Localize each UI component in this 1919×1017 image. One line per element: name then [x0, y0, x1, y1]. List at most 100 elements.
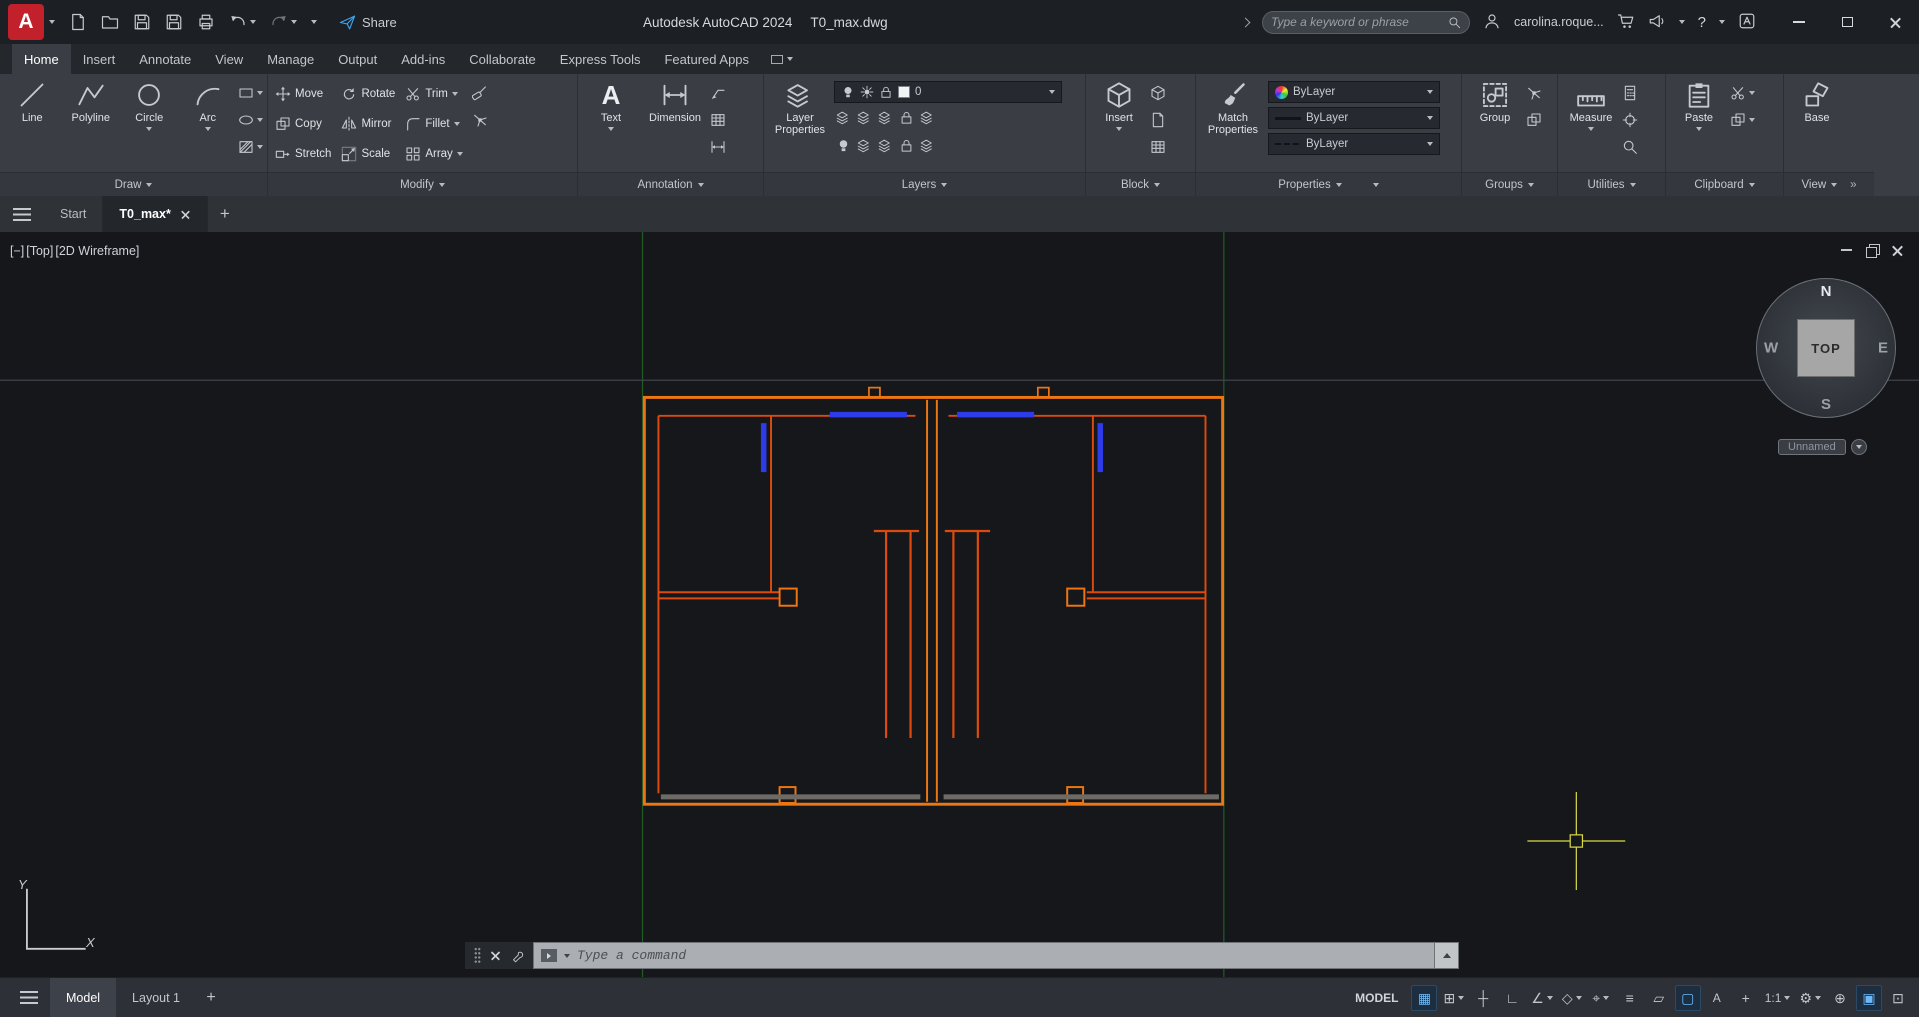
tab-home[interactable]: Home [12, 44, 71, 74]
layer-freeze-button[interactable] [878, 110, 893, 128]
lineweight-combo[interactable]: ByLayer [1268, 107, 1440, 129]
hardware-acceleration-toggle[interactable]: ▣ [1856, 985, 1882, 1011]
fillet-button[interactable]: Fillet [402, 116, 465, 132]
redo-caret-icon[interactable] [291, 20, 297, 24]
annotation-panel-label[interactable]: Annotation [578, 172, 763, 196]
group-edit-button[interactable] [1526, 108, 1542, 132]
circle-button[interactable]: Circle [121, 77, 178, 172]
copy-clip-button[interactable] [1730, 108, 1755, 132]
groups-panel-label[interactable]: Groups [1462, 172, 1557, 196]
clipboard-panel-label[interactable]: Clipboard [1666, 172, 1783, 196]
file-tab-document[interactable]: T0_max* [103, 196, 207, 232]
array-button[interactable]: Array [402, 146, 465, 162]
viewport-restore-icon[interactable] [1866, 244, 1878, 256]
polyline-button[interactable]: Polyline [63, 77, 120, 172]
cut-button[interactable] [1730, 81, 1755, 105]
polar-tracking-toggle[interactable]: ∠ [1528, 985, 1556, 1011]
tab-featured-apps[interactable]: Featured Apps [652, 44, 761, 74]
viewport-minimize-icon[interactable] [1841, 249, 1852, 251]
recent-commands-icon[interactable] [541, 949, 557, 962]
model-tab[interactable]: Model [50, 978, 116, 1017]
explode-button[interactable] [472, 108, 488, 132]
notifications-icon[interactable] [1648, 12, 1666, 33]
selection-cycling-toggle[interactable]: ▢ [1675, 985, 1701, 1011]
linetype-combo[interactable]: ByLayer [1268, 133, 1440, 155]
view-panel-label[interactable]: View» [1784, 172, 1874, 196]
make-current-button[interactable] [920, 110, 935, 128]
leader-button[interactable] [710, 81, 726, 105]
redo-button[interactable] [270, 13, 297, 31]
layers-panel-label[interactable]: Layers [764, 172, 1085, 196]
trim-button[interactable]: Trim [402, 86, 465, 102]
viewcube-east[interactable]: E [1878, 340, 1888, 357]
command-line-grip[interactable] [474, 947, 481, 964]
viewcube[interactable]: N S W E TOP [1756, 278, 1896, 418]
command-history-button[interactable] [1435, 942, 1459, 969]
layer-lock-button[interactable] [899, 110, 914, 128]
layer-properties-button[interactable]: Layer Properties [768, 77, 832, 172]
tab-addins[interactable]: Add-ins [389, 44, 457, 74]
file-tab-start[interactable]: Start [44, 196, 103, 232]
user-avatar-icon[interactable] [1483, 12, 1501, 33]
draw-panel-label[interactable]: Draw [0, 172, 267, 196]
measure-button[interactable]: Measure [1562, 77, 1620, 172]
plot-button[interactable] [197, 13, 215, 31]
layout1-tab[interactable]: Layout 1 [116, 978, 196, 1017]
infer-constraints-toggle[interactable]: ┼ [1470, 985, 1496, 1011]
isolate-objects-button[interactable]: ⊕ [1827, 985, 1853, 1011]
insert-button[interactable]: Insert [1090, 77, 1148, 172]
app-menu-caret-icon[interactable] [49, 20, 55, 24]
move-button[interactable]: Move [272, 86, 334, 102]
recent-commands-caret-icon[interactable] [564, 954, 570, 958]
tab-insert[interactable]: Insert [71, 44, 128, 74]
model-space-canvas[interactable]: [−] [Top] [2D Wireframe] N S W E TOP Unn… [0, 232, 1919, 977]
customize-qat-caret-icon[interactable] [311, 20, 317, 24]
command-close-icon[interactable] [491, 951, 500, 960]
annotation-autoscale-toggle[interactable]: + [1733, 985, 1759, 1011]
viewcube-west[interactable]: W [1764, 340, 1778, 357]
lineweight-display-toggle[interactable]: ≡ [1617, 985, 1643, 1011]
line-button[interactable]: Line [4, 77, 61, 172]
viewport-close-icon[interactable] [1892, 245, 1903, 256]
save-button[interactable] [133, 13, 151, 31]
command-customize-wrench-icon[interactable] [510, 949, 524, 963]
modify-panel-label[interactable]: Modify [268, 172, 577, 196]
viewport-view-control[interactable]: [Top] [26, 244, 53, 258]
model-space-badge[interactable]: MODEL [1345, 991, 1408, 1005]
rotate-button[interactable]: Rotate [338, 86, 398, 102]
stretch-button[interactable]: Stretch [272, 146, 334, 162]
layer-on-button[interactable] [836, 138, 851, 156]
annotation-visibility-toggle[interactable]: A [1704, 985, 1730, 1011]
new-drawing-tab-button[interactable]: + [208, 196, 242, 232]
layer-unlock-button[interactable] [899, 138, 914, 156]
properties-dialog-launcher-icon[interactable] [1373, 183, 1379, 187]
viewcube-north[interactable]: N [1821, 283, 1832, 300]
new-file-button[interactable] [69, 13, 87, 31]
layer-off-button[interactable] [836, 110, 851, 128]
layout-menu-button[interactable] [8, 978, 50, 1017]
quick-select-button[interactable] [1622, 135, 1638, 159]
search-input[interactable] [1271, 15, 1448, 29]
dimension-button[interactable]: Dimension [642, 77, 708, 172]
table-button[interactable] [710, 108, 726, 132]
username[interactable]: carolina.roque... [1514, 15, 1604, 29]
tab-collaborate[interactable]: Collaborate [457, 44, 548, 74]
clean-screen-toggle[interactable]: ⊡ [1885, 985, 1911, 1011]
properties-panel-label[interactable]: Properties [1196, 172, 1461, 196]
hatch-button[interactable] [238, 135, 263, 159]
text-button[interactable]: A Text [582, 77, 640, 172]
paste-button[interactable]: Paste [1670, 77, 1728, 172]
create-block-button[interactable] [1150, 81, 1166, 105]
app-logo[interactable]: A [8, 4, 44, 40]
tab-output[interactable]: Output [326, 44, 389, 74]
cart-icon[interactable] [1617, 12, 1635, 33]
scale-button[interactable]: Scale [338, 146, 398, 162]
ungroup-button[interactable] [1526, 81, 1542, 105]
new-layout-button[interactable]: + [196, 989, 226, 1007]
block-panel-label[interactable]: Block [1086, 172, 1195, 196]
search-collapse-chevron-icon[interactable] [1241, 17, 1251, 27]
viewcube-top-face[interactable]: TOP [1797, 319, 1855, 377]
search-icon[interactable] [1448, 16, 1461, 29]
ortho-mode-toggle[interactable]: ∟ [1499, 985, 1525, 1011]
viewport-visual-style-control[interactable]: [2D Wireframe] [55, 244, 139, 258]
